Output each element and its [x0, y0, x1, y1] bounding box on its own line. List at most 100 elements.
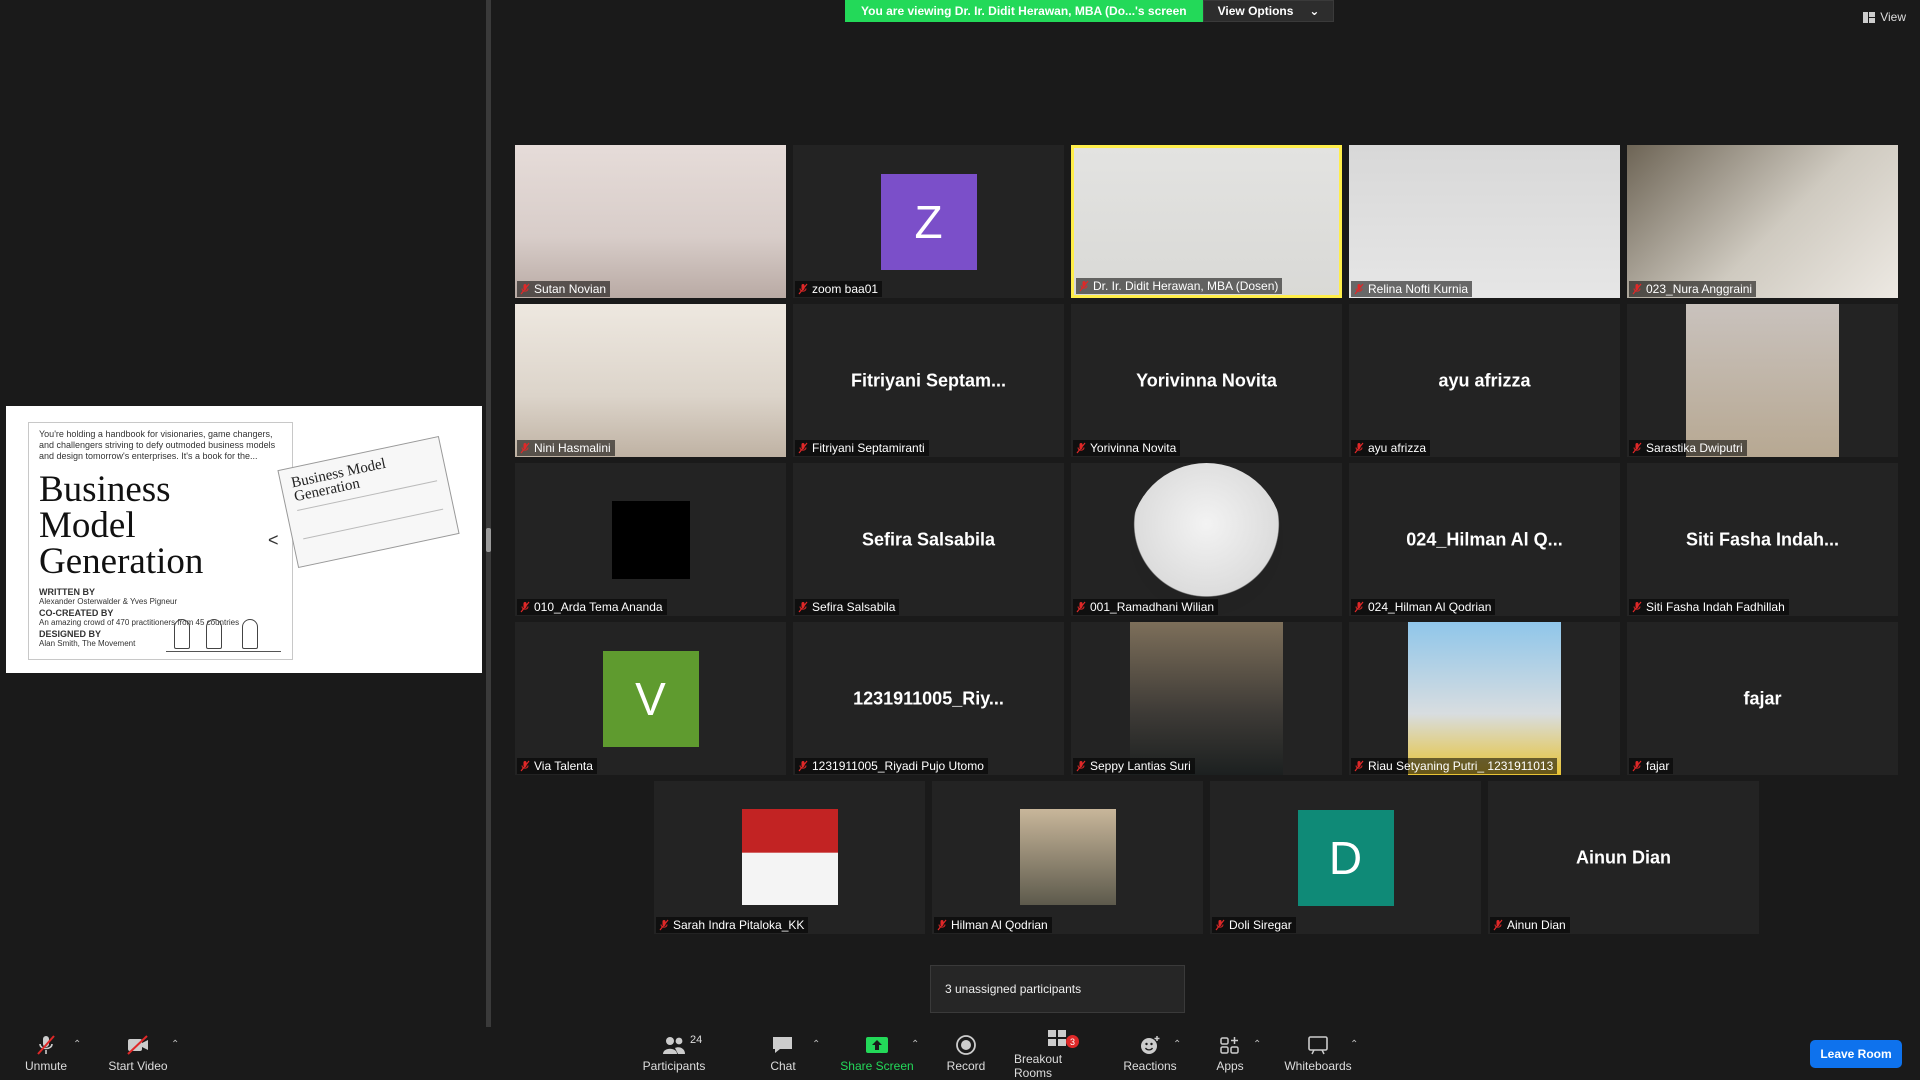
reactions-icon: [1141, 1036, 1160, 1054]
participant-avatar: D: [1297, 809, 1394, 906]
mic-muted-icon: [798, 442, 808, 454]
participant-tile[interactable]: Zzoom baa01: [793, 145, 1064, 298]
participant-name-tag: zoom baa01: [795, 281, 883, 297]
mic-muted-icon: [520, 283, 530, 295]
participant-tile[interactable]: Yorivinna Novita Yorivinna Novita: [1071, 304, 1342, 457]
participant-tile[interactable]: Riau Setyaning Putri_ 1231911013: [1349, 622, 1620, 775]
participant-name-tag: Via Talenta: [517, 758, 597, 774]
participant-name: Siti Fasha Indah Fadhillah: [1646, 600, 1785, 614]
participant-display-name: fajar: [1743, 688, 1782, 708]
sketch-illustration: [166, 592, 281, 652]
participant-video: [1627, 145, 1898, 298]
participant-tile[interactable]: 024_Hilman Al Q... 024_Hilman Al Qodrian: [1349, 463, 1620, 616]
mic-muted-icon: [659, 919, 669, 931]
participant-name: ayu afrizza: [1368, 441, 1427, 455]
mic-muted-icon: [1354, 760, 1364, 772]
participant-tile[interactable]: Nini Hasmalini: [515, 304, 786, 457]
start-video-button[interactable]: Start Video: [106, 1027, 170, 1080]
view-button[interactable]: View: [1863, 10, 1906, 24]
participant-tile[interactable]: Ainun Dian Ainun Dian: [1488, 781, 1759, 934]
mic-muted-icon: [1632, 601, 1642, 613]
participant-tile[interactable]: 1231911005_Riy... 1231911005_Riyadi Pujo …: [793, 622, 1064, 775]
participant-name: 010_Arda Tema Ananda: [534, 600, 663, 614]
participant-tile[interactable]: V Via Talenta: [515, 622, 786, 775]
participant-tile[interactable]: Sutan Novian: [515, 145, 786, 298]
participant-tile[interactable]: ayu afrizza ayu afrizza: [1349, 304, 1620, 457]
participant-name-tag: 010_Arda Tema Ananda: [517, 599, 667, 615]
split-divider-handle[interactable]: [486, 528, 491, 552]
record-button[interactable]: Record: [944, 1027, 988, 1080]
participants-icon: [663, 1037, 685, 1054]
participant-video: [515, 145, 786, 298]
chat-icon: [773, 1037, 792, 1053]
share-screen-button[interactable]: Share Screen: [840, 1027, 914, 1080]
mic-muted-icon: [1632, 760, 1642, 772]
whiteboards-options-caret[interactable]: ⌃: [1350, 1039, 1358, 1050]
participant-tile[interactable]: Sefira Salsabila Sefira Salsabila: [793, 463, 1064, 616]
breakout-rooms-button[interactable]: Breakout Rooms: [1014, 1027, 1102, 1080]
participant-tile[interactable]: 010_Arda Tema Ananda: [515, 463, 786, 616]
shared-document: You're holding a handbook for visionarie…: [6, 406, 482, 673]
participant-name: Sefira Salsabila: [812, 600, 896, 614]
arrow-icon: <: [268, 530, 279, 550]
participant-tile[interactable]: Sarastika Dwiputri: [1627, 304, 1898, 457]
participant-profile-picture: [1130, 463, 1283, 616]
reactions-button[interactable]: Reactions: [1120, 1027, 1180, 1080]
participant-avatar: V: [602, 650, 699, 747]
whiteboard-icon: [1308, 1036, 1328, 1055]
participant-tile[interactable]: 023_Nura Anggraini: [1627, 145, 1898, 298]
view-options-button[interactable]: View Options ⌄: [1202, 0, 1335, 22]
participant-tile[interactable]: 001_Ramadhani Wilian: [1071, 463, 1342, 616]
participant-name-tag: Seppy Lantias Suri: [1073, 758, 1195, 774]
chat-options-caret[interactable]: ⌃: [812, 1039, 820, 1050]
participant-profile-picture: [1408, 622, 1561, 775]
participant-name-tag: Yorivinna Novita: [1073, 440, 1181, 456]
audio-options-caret[interactable]: ⌃: [73, 1039, 81, 1050]
participant-name-tag: Sarah Indra Pitaloka_KK: [656, 917, 809, 933]
participant-tile[interactable]: Siti Fasha Indah... Siti Fasha Indah Fadh…: [1627, 463, 1898, 616]
apps-icon: [1220, 1037, 1239, 1054]
mic-muted-icon: [1632, 283, 1642, 295]
participant-tile[interactable]: Hilman Al Qodrian: [932, 781, 1203, 934]
unmute-button[interactable]: Unmute: [20, 1027, 72, 1080]
participant-tile[interactable]: Relina Nofti Kurnia: [1349, 145, 1620, 298]
participant-tile[interactable]: fajar fajar: [1627, 622, 1898, 775]
participant-name: Sarah Indra Pitaloka_KK: [673, 918, 805, 932]
participant-tile[interactable]: Sarah Indra Pitaloka_KK: [654, 781, 925, 934]
whiteboards-button[interactable]: Whiteboards: [1282, 1027, 1354, 1080]
participant-name: Ainun Dian: [1507, 918, 1566, 932]
participant-display-name: 1231911005_Riy...: [853, 688, 1004, 708]
record-icon: [956, 1035, 976, 1055]
mic-muted-icon: [798, 283, 808, 295]
participant-name-tag: Hilman Al Qodrian: [934, 917, 1052, 933]
participant-name: zoom baa01: [812, 282, 879, 296]
participant-profile-picture: [611, 500, 690, 579]
participants-count: 24: [690, 1034, 703, 1046]
participant-video: [1349, 145, 1620, 298]
apps-options-caret[interactable]: ⌃: [1253, 1039, 1261, 1050]
participant-tile[interactable]: D Doli Siregar: [1210, 781, 1481, 934]
mic-muted-icon: [1215, 919, 1225, 931]
mic-muted-icon: [520, 601, 530, 613]
apps-button[interactable]: Apps: [1212, 1027, 1248, 1080]
unassigned-participants-tooltip[interactable]: 3 unassigned participants: [930, 965, 1185, 1013]
mic-muted-icon: [798, 601, 808, 613]
participant-name: Sarastika Dwiputri: [1646, 441, 1743, 455]
participant-name-tag: Dr. Ir. Didit Herawan, MBA (Dosen): [1076, 278, 1283, 294]
participant-tile[interactable]: Seppy Lantias Suri: [1071, 622, 1342, 775]
participant-name-tag: Riau Setyaning Putri_ 1231911013: [1351, 758, 1558, 774]
participant-display-name: 024_Hilman Al Q...: [1406, 529, 1563, 549]
participant-name: Dr. Ir. Didit Herawan, MBA (Dosen): [1093, 279, 1279, 293]
participant-name: Fitriyani Septamiranti: [812, 441, 925, 455]
participant-name: Hilman Al Qodrian: [951, 918, 1048, 932]
leave-room-button[interactable]: Leave Room: [1810, 1040, 1902, 1068]
video-options-caret[interactable]: ⌃: [171, 1039, 179, 1050]
share-options-caret[interactable]: ⌃: [911, 1039, 919, 1050]
reactions-options-caret[interactable]: ⌃: [1173, 1039, 1181, 1050]
participant-name-tag: Doli Siregar: [1212, 917, 1296, 933]
split-divider[interactable]: [486, 0, 491, 1027]
participant-tile[interactable]: Dr. Ir. Didit Herawan, MBA (Dosen): [1071, 145, 1342, 298]
chat-button[interactable]: Chat: [768, 1027, 798, 1080]
participant-tile[interactable]: Fitriyani Septam... Fitriyani Septamirant…: [793, 304, 1064, 457]
mic-muted-icon: [37, 1035, 55, 1055]
